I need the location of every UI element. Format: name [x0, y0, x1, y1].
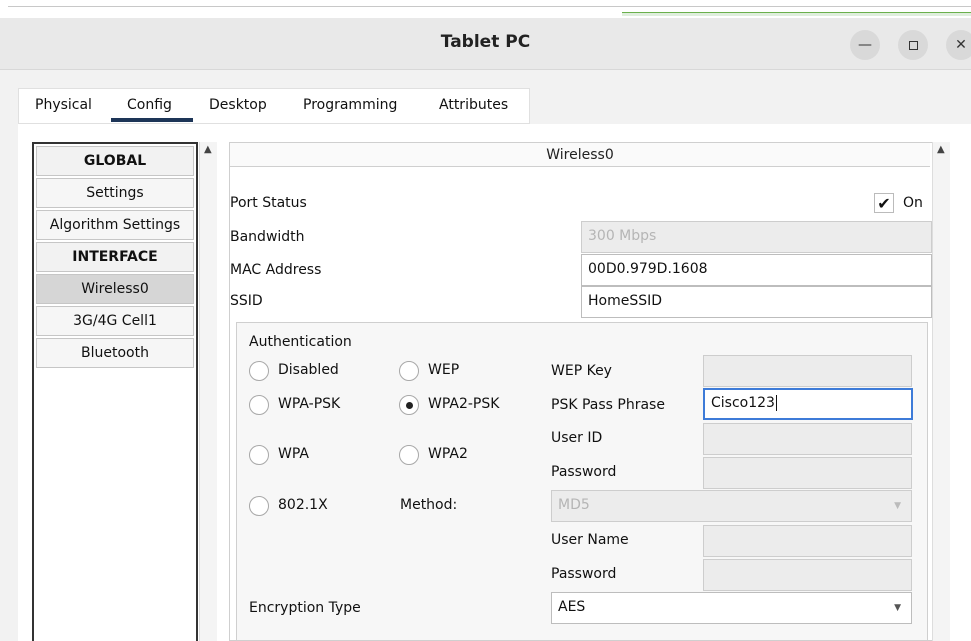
- sidebar-header-global: GLOBAL: [36, 146, 194, 176]
- radio-8021x-label: 802.1X: [278, 497, 328, 513]
- bandwidth-field: 300 Mbps: [581, 221, 932, 253]
- user-id-field: [703, 423, 912, 455]
- radio-wpa-label: WPA: [278, 446, 309, 462]
- progress-strip: [622, 12, 971, 16]
- tab-attributes[interactable]: Attributes: [439, 97, 508, 113]
- radio-8021x[interactable]: [249, 496, 269, 516]
- encryption-type-dropdown[interactable]: AES ▼: [551, 592, 912, 624]
- interface-title: Wireless0: [230, 143, 930, 167]
- password2-label: Password: [551, 566, 617, 582]
- mac-address-label: MAC Address: [230, 262, 322, 278]
- method-dropdown: MD5 ▼: [551, 490, 912, 522]
- password-label: Password: [551, 464, 617, 480]
- user-id-label: User ID: [551, 430, 603, 446]
- tab-programming[interactable]: Programming: [303, 97, 397, 113]
- sidebar-item-settings[interactable]: Settings: [36, 178, 194, 208]
- user-name-label: User Name: [551, 532, 629, 548]
- divider: [8, 6, 971, 7]
- active-tab-indicator: [111, 118, 193, 122]
- ssid-label: SSID: [230, 293, 263, 309]
- radio-wep-label: WEP: [428, 362, 460, 378]
- close-button[interactable]: ✕: [946, 30, 971, 60]
- scroll-up-icon[interactable]: ▲: [937, 144, 945, 155]
- radio-wpa2-psk-label: WPA2-PSK: [428, 396, 500, 412]
- minimize-icon: —: [858, 37, 872, 53]
- maximize-icon: [908, 40, 918, 50]
- method-label: Method:: [400, 497, 458, 513]
- sidebar-item-3g4g-cell1[interactable]: 3G/4G Cell1: [36, 306, 194, 336]
- minimize-button[interactable]: —: [850, 30, 880, 60]
- ssid-field[interactable]: HomeSSID: [581, 286, 932, 318]
- psk-pass-phrase-label: PSK Pass Phrase: [551, 397, 665, 413]
- close-icon: ✕: [955, 37, 967, 53]
- text-caret: [775, 395, 777, 411]
- psk-pass-phrase-field[interactable]: Cisco123: [703, 388, 913, 420]
- sidebar-item-bluetooth[interactable]: Bluetooth: [36, 338, 194, 368]
- radio-wpa-psk[interactable]: [249, 395, 269, 415]
- password2-field: [703, 559, 912, 591]
- chevron-down-icon: ▼: [894, 501, 901, 511]
- mac-address-field[interactable]: 00D0.979D.1608: [581, 254, 932, 286]
- window-title: Tablet PC: [440, 32, 531, 52]
- port-status-checkbox[interactable]: ✔: [874, 193, 894, 213]
- radio-wpa2[interactable]: [399, 445, 419, 465]
- radio-wep[interactable]: [399, 361, 419, 381]
- sidebar-scrollbar[interactable]: ▲: [199, 142, 217, 641]
- port-status-on-label: On: [903, 195, 923, 211]
- password-field: [703, 457, 912, 489]
- tab-config[interactable]: Config: [127, 97, 172, 113]
- radio-disabled-label: Disabled: [278, 362, 339, 378]
- sidebar-item-wireless0[interactable]: Wireless0: [36, 274, 194, 304]
- top-strip: [0, 0, 971, 18]
- method-value: MD5: [558, 497, 590, 513]
- encryption-type-label: Encryption Type: [249, 600, 361, 616]
- tab-bar: Physical Config Desktop Programming Attr…: [18, 88, 530, 124]
- sidebar-item-algorithm-settings[interactable]: Algorithm Settings: [36, 210, 194, 240]
- authentication-title: Authentication: [249, 334, 352, 350]
- window-titlebar: Tablet PC — ✕: [0, 18, 971, 70]
- tab-desktop[interactable]: Desktop: [209, 97, 267, 113]
- sidebar-header-interface: INTERFACE: [36, 242, 194, 272]
- maximize-button[interactable]: [898, 30, 928, 60]
- radio-wpa[interactable]: [249, 445, 269, 465]
- chevron-down-icon: ▼: [894, 603, 901, 613]
- wep-key-label: WEP Key: [551, 363, 612, 379]
- config-sidebar: GLOBAL Settings Algorithm Settings INTER…: [32, 142, 198, 641]
- scroll-up-icon[interactable]: ▲: [204, 144, 212, 155]
- content-scrollbar[interactable]: ▲: [932, 142, 950, 641]
- port-status-label: Port Status: [230, 195, 307, 211]
- radio-wpa-psk-label: WPA-PSK: [278, 396, 341, 412]
- tab-physical[interactable]: Physical: [35, 97, 92, 113]
- bandwidth-label: Bandwidth: [230, 229, 305, 245]
- radio-wpa2-label: WPA2: [428, 446, 468, 462]
- radio-wpa2-psk[interactable]: [399, 395, 419, 415]
- encryption-type-value: AES: [558, 599, 586, 615]
- user-name-field: [703, 525, 912, 557]
- radio-disabled[interactable]: [249, 361, 269, 381]
- psk-pass-phrase-value: Cisco123: [711, 395, 775, 411]
- wep-key-field: [703, 355, 912, 387]
